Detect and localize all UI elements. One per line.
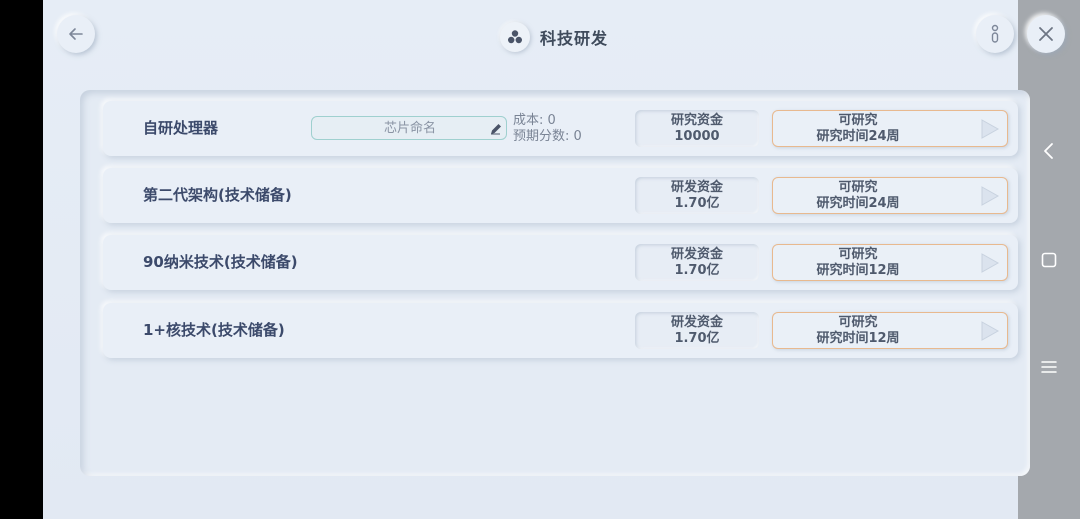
fund-value: 1.70亿 [674, 330, 720, 346]
research-status: 可研究 [838, 179, 878, 195]
fund-box: 研究资金 10000 [635, 110, 759, 147]
play-icon [981, 253, 1000, 273]
atom-icon [500, 22, 530, 52]
close-button[interactable] [1027, 15, 1065, 53]
research-text: 可研究 研究时间24周 [773, 111, 943, 146]
tech-row-90nm: 90纳米技术(技术储备) 研发资金 1.70亿 可研究 研究时间12周 [103, 235, 1018, 290]
fund-box: 研发资金 1.70亿 [635, 312, 759, 349]
cost-label: 成本: 0 [513, 113, 556, 128]
research-time: 研究时间24周 [816, 128, 900, 144]
play-icon [981, 119, 1000, 139]
play-icon [981, 186, 1000, 206]
tech-row-multicore: 1+核技术(技术储备) 研发资金 1.70亿 可研究 研究时间12周 [103, 303, 1018, 358]
pen-icon[interactable] [488, 121, 504, 137]
research-status: 可研究 [838, 314, 878, 330]
chevron-left-icon [1044, 143, 1053, 159]
research-button[interactable]: 可研究 研究时间12周 [772, 244, 1008, 281]
expected-score-label: 预期分数: 0 [513, 129, 582, 144]
info-button[interactable] [976, 15, 1014, 53]
fund-label: 研究资金 [670, 112, 723, 128]
cost-info: 成本: 0 预期分数: 0 [513, 113, 582, 145]
info-icon [991, 24, 999, 43]
fund-box: 研发资金 1.70亿 [635, 244, 759, 281]
research-status: 可研究 [838, 246, 878, 262]
research-button[interactable]: 可研究 研究时间24周 [772, 177, 1008, 214]
research-time: 研究时间12周 [816, 262, 900, 278]
fund-label: 研发资金 [670, 246, 723, 262]
arrow-left-icon [69, 28, 83, 40]
tech-name: 自研处理器 [143, 119, 219, 137]
tech-name: 90纳米技术(技术储备) [143, 253, 298, 271]
research-text: 可研究 研究时间12周 [773, 313, 943, 348]
research-button[interactable]: 可研究 研究时间24周 [772, 110, 1008, 147]
screen-left-edge [0, 0, 43, 519]
research-text: 可研究 研究时间12周 [773, 245, 943, 280]
chip-name-input[interactable] [312, 117, 508, 139]
research-status: 可研究 [838, 112, 878, 128]
back-button[interactable] [57, 15, 95, 53]
header-title-group: 科技研发 [500, 20, 608, 54]
square-icon [1041, 252, 1057, 268]
fund-label: 研发资金 [670, 314, 723, 330]
fund-box: 研发资金 1.70亿 [635, 177, 759, 214]
research-text: 可研究 研究时间24周 [773, 178, 943, 213]
fund-value: 1.70亿 [674, 262, 720, 278]
hamburger-menu-icon [1041, 361, 1057, 373]
tech-row-architecture: 第二代架构(技术储备) 研发资金 1.70亿 可研究 研究时间24周 [103, 168, 1018, 223]
fund-value: 10000 [674, 128, 720, 144]
chip-name-field[interactable] [311, 116, 508, 140]
page-title: 科技研发 [540, 29, 609, 48]
research-button[interactable]: 可研究 研究时间12周 [772, 312, 1008, 349]
tech-name: 第二代架构(技术储备) [143, 186, 292, 204]
fund-label: 研发资金 [670, 179, 723, 195]
close-icon [1039, 27, 1053, 41]
research-time: 研究时间12周 [816, 330, 900, 346]
play-icon [981, 321, 1000, 341]
tech-row-processor: 自研处理器 成本: 0 预期分数: 0 研究资金 10000 可研究 研究时间2… [103, 101, 1018, 156]
fund-value: 1.70亿 [674, 195, 720, 211]
tech-name: 1+核技术(技术储备) [143, 321, 285, 339]
research-time: 研究时间24周 [816, 195, 900, 211]
